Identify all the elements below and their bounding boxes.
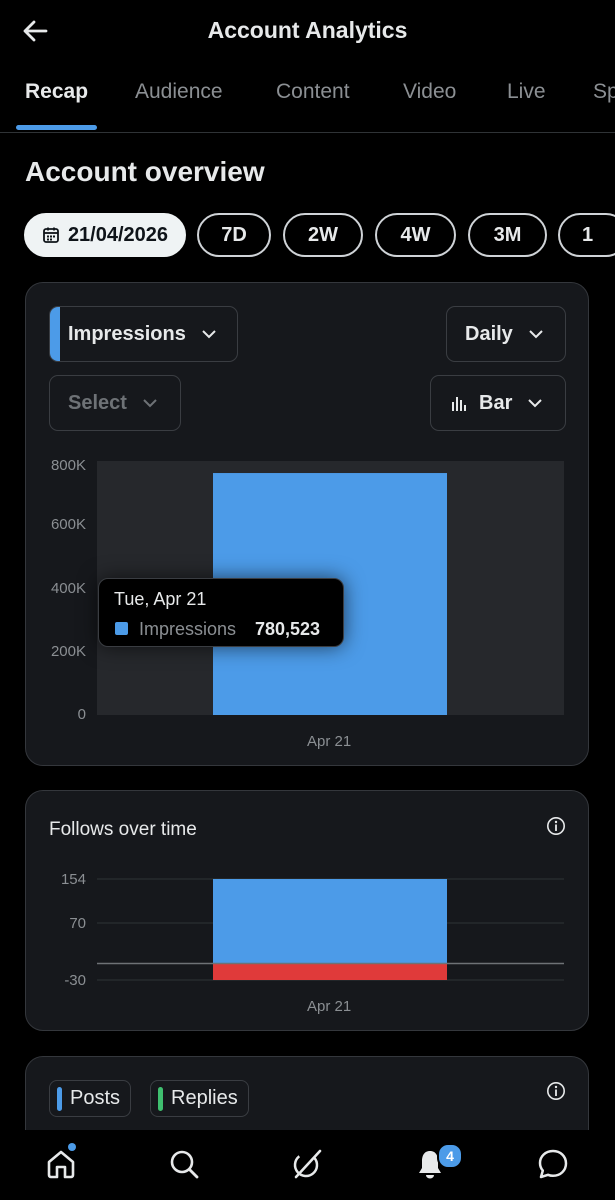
follows-bar[interactable] [213,879,447,964]
unfollows-bar[interactable] [213,963,447,980]
range-chip-2w[interactable]: 2W [283,213,363,257]
messages-icon[interactable] [537,1148,569,1180]
tab-video[interactable]: Video [403,80,456,104]
home-unread-dot [68,1143,76,1151]
tooltip-value: 780,523 [255,619,321,639]
legend-replies[interactable]: Replies [150,1080,249,1117]
chevron-down-icon [528,398,543,407]
section-title: Account overview [25,156,265,187]
x-tick-label: Apr 21 [307,733,352,750]
info-icon[interactable] [546,1081,566,1101]
metric-dropdown[interactable]: Impressions [49,306,238,362]
home-icon[interactable] [45,1148,77,1180]
y-tick-label: 154 [60,871,86,888]
calendar-icon [43,227,59,243]
legend-label: Posts [70,1087,121,1109]
y-tick-label: -30 [64,972,86,989]
tab-live[interactable]: Live [507,80,546,104]
follows-bar-chart [97,878,564,981]
x-tick-label: Apr 21 [307,998,352,1015]
page-title: Account Analytics [207,17,408,43]
period-dropdown-label: Daily [465,322,513,345]
info-icon[interactable] [546,816,566,836]
range-chip-3m[interactable]: 3M [468,213,547,257]
tab-spaces[interactable]: Sp [593,80,615,104]
chart-tooltip: Tue, Apr 21 Impressions 780,523 [98,578,344,647]
y-tick-label: 400K [50,580,86,597]
y-tick-label: 70 [69,915,86,932]
notification-count-badge: 4 [437,1143,463,1169]
legend-label: Replies [171,1087,238,1109]
tab-content[interactable]: Content [276,80,350,104]
tooltip-date: Tue, Apr 21 [114,589,207,609]
tooltip-series-swatch [115,622,128,635]
search-icon[interactable] [168,1148,200,1180]
range-chip-1y[interactable]: 1 [558,213,615,257]
follows-card-title: Follows over time [49,819,197,840]
date-chip-label: 21/04/2026 [67,223,169,246]
legend-swatch [57,1086,62,1111]
y-tick-label: 800K [50,457,86,474]
legend-posts[interactable]: Posts [49,1080,132,1117]
metric-color-marker [50,307,60,361]
date-chip-selected[interactable]: 21/04/2026 [24,213,186,257]
range-chip-7d[interactable]: 7D [197,213,271,257]
y-tick-label: 600K [50,516,86,533]
metric-dropdown-label: Impressions [68,322,186,345]
tab-bar: Recap Audience Content Video Live Sp [0,64,615,133]
y-tick-label: 200K [50,643,86,660]
chart-type-label: Bar [479,391,513,414]
chart-type-dropdown[interactable]: Bar [430,375,566,431]
period-dropdown[interactable]: Daily [446,306,566,362]
chevron-down-icon [143,398,157,407]
bar-chart-icon [452,397,466,411]
chevron-down-icon [529,329,543,338]
tooltip-series-label: Impressions [139,619,237,639]
y-tick-label: 0 [77,706,86,723]
grok-icon[interactable] [291,1148,323,1180]
active-tab-indicator [16,125,97,130]
tab-audience[interactable]: Audience [135,80,223,104]
range-chip-4w[interactable]: 4W [375,213,456,257]
legend-swatch [158,1086,163,1111]
tab-recap[interactable]: Recap [25,80,88,104]
compare-metric-dropdown[interactable]: Select [49,375,181,431]
chevron-down-icon [202,329,216,338]
compare-dropdown-label: Select [68,391,127,414]
